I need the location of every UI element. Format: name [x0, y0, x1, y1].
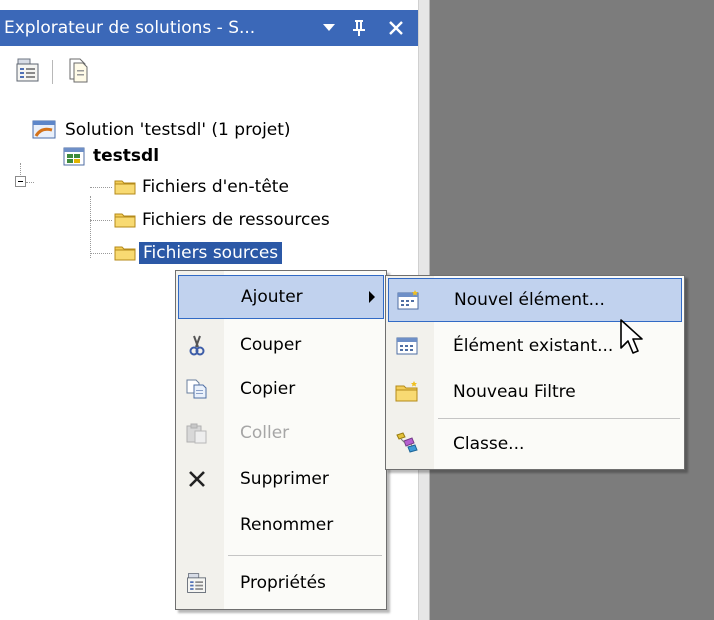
folder-label: Fichiers d'en-tête	[142, 177, 289, 197]
mouse-cursor-icon	[619, 318, 645, 358]
menu-separator	[438, 418, 680, 419]
menu-item-proprietes[interactable]: Propriétés	[178, 561, 384, 605]
folder-icon	[114, 179, 136, 195]
toolbar-separator	[52, 60, 53, 84]
menu-item-coller[interactable]: Coller	[178, 411, 384, 455]
menu-item-label: Copier	[240, 379, 296, 399]
menu-item-label: Supprimer	[240, 469, 329, 489]
tree-line	[90, 253, 112, 254]
properties-icon	[184, 571, 210, 595]
class-icon	[394, 432, 420, 456]
menu-item-label: Élément existant...	[453, 336, 614, 356]
menu-item-label: Renommer	[240, 515, 334, 535]
copy-icon	[184, 377, 210, 401]
menu-item-ajouter[interactable]: Ajouter	[178, 275, 384, 319]
folder-label: Fichiers sources	[139, 242, 283, 264]
paste-icon	[184, 421, 210, 445]
tree-line	[90, 187, 112, 188]
menu-item-label: Nouveau Filtre	[453, 382, 576, 402]
menu-item-classe[interactable]: Classe...	[388, 422, 682, 466]
close-icon[interactable]	[382, 10, 410, 46]
collapse-toggle[interactable]	[15, 176, 26, 187]
project-icon	[62, 144, 88, 168]
tree-node-project[interactable]: testsdl	[62, 142, 162, 170]
menu-item-renommer[interactable]: Renommer	[178, 503, 384, 547]
pin-icon[interactable]	[347, 10, 371, 46]
existing-item-icon	[394, 334, 420, 358]
menu-item-nouvel-element[interactable]: Nouvel élément...	[388, 278, 682, 322]
tree-node-folder-selected[interactable]: Fichiers sources	[114, 239, 283, 267]
tree-line	[90, 196, 91, 258]
properties-icon[interactable]	[14, 56, 42, 84]
project-label: testsdl	[93, 146, 160, 166]
menu-item-label: Nouvel élément...	[454, 290, 605, 310]
panel-toolbar	[0, 48, 418, 94]
tree-line	[90, 220, 112, 221]
solution-label: Solution 'testsdl' (1 projet)	[65, 120, 291, 140]
menu-separator	[228, 555, 382, 556]
tree-line	[26, 182, 34, 183]
scissors-icon	[184, 333, 210, 357]
menu-item-label: Propriétés	[240, 573, 326, 593]
tree-node-folder[interactable]: Fichiers de ressources	[114, 206, 333, 234]
delete-x-icon	[184, 467, 210, 491]
menu-item-nouveau-filtre[interactable]: Nouveau Filtre	[388, 370, 682, 414]
folder-label: Fichiers de ressources	[142, 210, 330, 230]
dropdown-arrow-icon[interactable]	[317, 10, 341, 46]
menu-item-label: Couper	[240, 335, 302, 355]
new-folder-icon	[394, 380, 420, 404]
panel-title-bar: Explorateur de solutions - S...	[0, 10, 418, 46]
show-all-files-icon[interactable]	[64, 56, 92, 84]
submenu-arrow-icon	[369, 291, 375, 303]
folder-icon	[114, 212, 136, 228]
submenu-ajouter: Nouvel élément... Élément existant... No…	[385, 275, 685, 470]
folder-icon	[114, 245, 136, 261]
menu-item-couper[interactable]: Couper	[178, 323, 384, 367]
tree-node-solution[interactable]: Solution 'testsdl' (1 projet)	[32, 116, 294, 144]
context-menu: Ajouter Couper Copier Coller Supprimer R…	[175, 270, 387, 610]
tree-line	[20, 163, 21, 177]
new-item-icon	[395, 289, 421, 313]
menu-item-label: Classe...	[453, 434, 525, 454]
solution-icon	[32, 119, 58, 141]
panel-title: Explorateur de solutions - S...	[4, 18, 256, 38]
tree-node-folder[interactable]: Fichiers d'en-tête	[114, 173, 292, 201]
menu-item-copier[interactable]: Copier	[178, 367, 384, 411]
menu-item-label: Ajouter	[241, 287, 303, 307]
menu-item-label: Coller	[240, 423, 290, 443]
menu-item-supprimer[interactable]: Supprimer	[178, 457, 384, 501]
